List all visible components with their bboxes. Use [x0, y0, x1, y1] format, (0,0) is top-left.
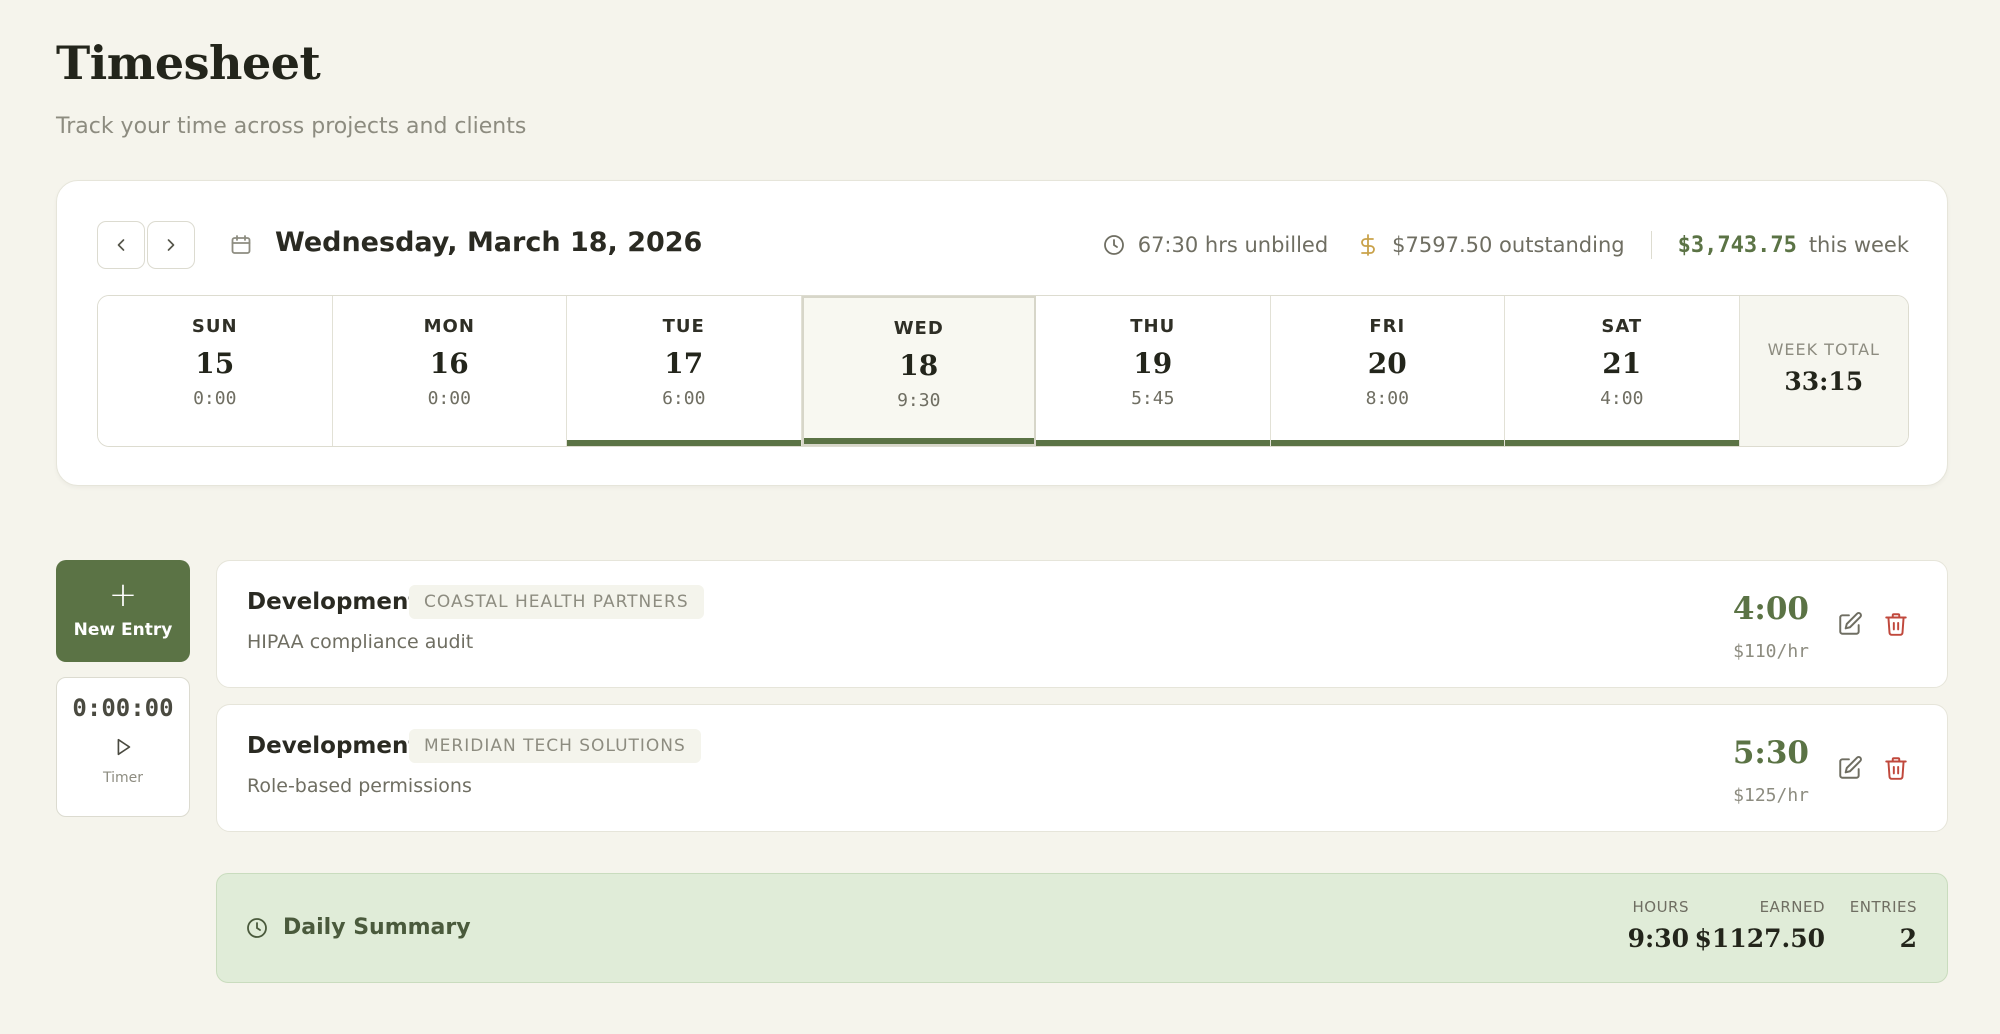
day-tue[interactable]: TUE 17 6:00	[567, 296, 802, 446]
week-earned-suffix: this week	[1808, 233, 1909, 257]
page-subtitle: Track your time across projects and clie…	[56, 114, 527, 139]
entry-hours: 4:00	[1732, 591, 1809, 627]
summary-title: Daily Summary	[283, 915, 471, 940]
day-name: FRI	[1369, 316, 1406, 337]
outstanding-text: $7597.50 outstanding	[1392, 233, 1625, 257]
day-sat[interactable]: SAT 21 4:00	[1505, 296, 1740, 446]
summary-earned-value: $1127.50	[1694, 924, 1825, 953]
day-hours: 0:00	[193, 388, 237, 409]
play-icon[interactable]	[112, 736, 134, 758]
week-total: WEEK TOTAL 33:15	[1739, 296, 1908, 446]
logged-time-bar	[1505, 440, 1739, 446]
summary-entries: ENTRIES 2	[1850, 898, 1917, 953]
day-hours: 0:00	[427, 388, 471, 409]
edit-icon[interactable]	[1837, 611, 1863, 637]
summary-hours: HOURS 9:30	[1628, 898, 1689, 953]
summary-earned: EARNED $1127.50	[1695, 898, 1825, 953]
day-name: WED	[893, 318, 944, 339]
calendar-icon	[231, 235, 251, 254]
summary-entries-value: 2	[1899, 924, 1917, 953]
logged-time-bar	[803, 438, 1034, 444]
next-day-button[interactable]	[147, 221, 195, 269]
logged-time-bar	[567, 440, 801, 446]
summary-hours-label: HOURS	[1632, 898, 1689, 916]
entry-description: HIPAA compliance audit	[247, 631, 474, 653]
stats-divider	[1650, 231, 1652, 259]
daily-summary: Daily Summary HOURS 9:30 EARNED $1127.50…	[216, 873, 1948, 983]
day-name: THU	[1130, 316, 1176, 337]
day-name: SAT	[1601, 316, 1643, 337]
clock-icon	[247, 918, 267, 938]
new-entry-button[interactable]: + New Entry	[56, 560, 190, 662]
unbilled-text: 67:30 hrs unbilled	[1137, 233, 1329, 257]
summary-hours-value: 9:30	[1627, 924, 1689, 953]
edit-icon[interactable]	[1837, 755, 1863, 781]
day-number: 15	[195, 347, 235, 380]
day-number: 17	[664, 347, 704, 380]
logged-time-bar	[1036, 440, 1270, 446]
day-hours: 4:00	[1600, 388, 1644, 409]
day-wed[interactable]: WED 18 9:30	[801, 296, 1036, 446]
week-total-label: WEEK TOTAL	[1767, 340, 1880, 359]
chevron-right-icon	[167, 239, 175, 251]
day-hours: 8:00	[1365, 388, 1409, 409]
clock-icon	[1103, 235, 1124, 255]
day-number: 18	[899, 349, 939, 382]
chevron-left-icon	[117, 239, 125, 251]
unbilled-stat: 67:30 hrs unbilled	[1102, 233, 1328, 257]
day-number: 20	[1367, 347, 1407, 380]
day-mon[interactable]: MON 16 0:00	[332, 296, 567, 446]
dollar-icon	[1361, 234, 1376, 256]
timer-label: Timer	[102, 770, 144, 786]
outstanding-stat: $7597.50 outstanding	[1356, 233, 1625, 257]
day-sun[interactable]: SUN 15 0:00	[98, 296, 333, 446]
entry-client-badge: MERIDIAN TECH SOLUTIONS	[409, 729, 701, 763]
entry-description: Role-based permissions	[247, 775, 472, 797]
week-stats: 67:30 hrs unbilled $7597.50 outstanding …	[1102, 229, 1909, 261]
day-fri[interactable]: FRI 20 8:00	[1270, 296, 1505, 446]
entry-task: Development	[247, 589, 420, 615]
timer-widget: 0:00:00 Timer	[56, 677, 190, 817]
day-name: SUN	[191, 316, 238, 337]
page-title: Timesheet	[56, 36, 321, 90]
day-hours: 9:30	[897, 390, 941, 411]
current-date: Wednesday, March 18, 2026	[275, 227, 703, 258]
week-card: Wednesday, March 18, 2026 67:30 hrs unbi…	[56, 180, 1948, 486]
entry-rate: $110/hr	[1733, 641, 1809, 662]
day-thu[interactable]: THU 19 5:45	[1036, 296, 1271, 446]
entry-hours: 5:30	[1732, 735, 1809, 771]
day-name: MON	[423, 316, 475, 337]
plus-icon: +	[108, 575, 138, 615]
day-hours: 5:45	[1131, 388, 1175, 409]
trash-icon[interactable]	[1883, 755, 1909, 781]
day-number: 19	[1133, 347, 1173, 380]
week-earned-amount: $3,743.75	[1677, 232, 1797, 258]
time-entry[interactable]: Development COASTAL HEALTH PARTNERS HIPA…	[216, 560, 1948, 688]
entry-client-badge: COASTAL HEALTH PARTNERS	[409, 585, 704, 619]
logged-time-bar	[1270, 440, 1504, 446]
summary-earned-label: EARNED	[1759, 898, 1825, 916]
timer-value: 0:00:00	[72, 694, 174, 722]
time-entry[interactable]: Development MERIDIAN TECH SOLUTIONS Role…	[216, 704, 1948, 832]
trash-icon[interactable]	[1883, 611, 1909, 637]
summary-entries-label: ENTRIES	[1849, 898, 1917, 916]
day-number: 21	[1602, 347, 1642, 380]
day-name: TUE	[662, 316, 705, 337]
week-days: SUN 15 0:00 MON 16 0:00 TUE 17 6:00 WED …	[97, 295, 1909, 447]
new-entry-label: New Entry	[73, 620, 173, 640]
week-total-value: 33:15	[1784, 367, 1864, 396]
day-hours: 6:00	[662, 388, 706, 409]
entry-rate: $125/hr	[1733, 785, 1809, 806]
day-number: 16	[429, 347, 469, 380]
entry-task: Development	[247, 733, 420, 759]
prev-day-button[interactable]	[97, 221, 145, 269]
